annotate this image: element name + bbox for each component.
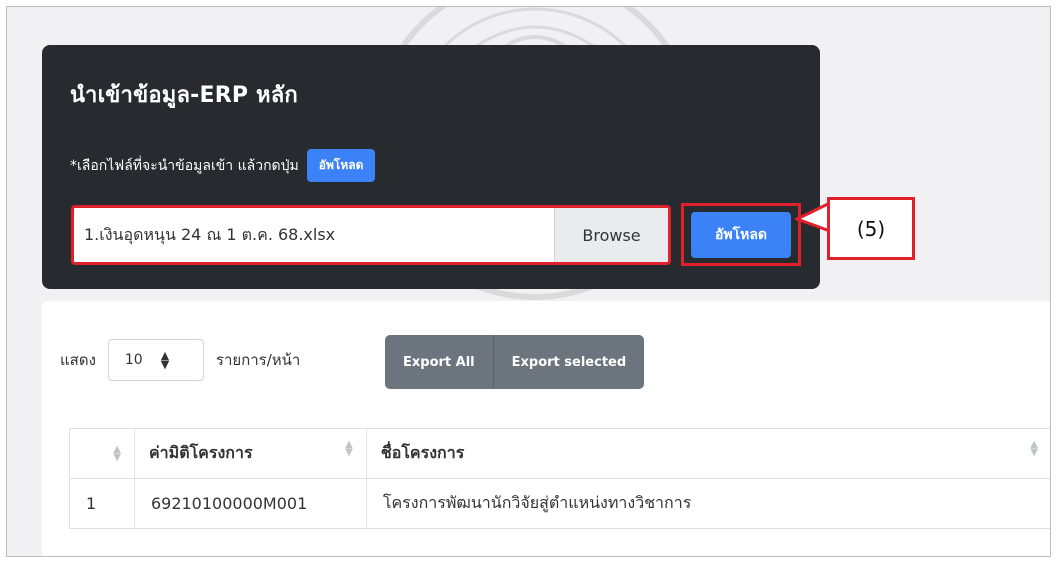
per-page-label: รายการ/หน้า xyxy=(215,351,301,369)
column-header-code[interactable]: ค่ามิติโครงการ ▲ ▼ xyxy=(133,428,367,479)
show-label: แสดง xyxy=(60,351,96,369)
projects-table: ▲ ▼ ค่ามิติโครงการ ▲ ▼ ชื่อโครงการ ▲ ▼ 1 69… xyxy=(69,428,1050,529)
table-header-row: ▲ ▼ ค่ามิติโครงการ ▲ ▼ ชื่อโครงการ ▲ ▼ xyxy=(69,428,1050,479)
file-input-group[interactable]: 1.เงินอุดหนุน 24 ณ 1 ต.ค. 68.xlsx Browse xyxy=(71,205,671,265)
callout-pointer xyxy=(795,200,831,233)
row-project-name: โครงการพัฒนานักวิจัยสู่ตำแหน่งทางวิชาการ xyxy=(365,478,1050,529)
screen-frame: นำเข้าข้อมูล-ERP หลัก *เลือกไฟล์ที่จะนำข… xyxy=(6,6,1051,557)
sort-icon: ▲ ▼ xyxy=(345,439,353,458)
table-row[interactable]: 1 69210100000M001 โครงการพัฒนานักวิจัยสู… xyxy=(69,478,1050,529)
upload-hint: *เลือกไฟล์ที่จะนำข้อมูลเข้า แล้วกดปุ่ม อ… xyxy=(70,149,376,182)
row-number: 1 xyxy=(69,478,135,529)
sort-updown-icon: ▲ ▼ xyxy=(160,349,170,371)
export-button-group: Export All Export selected xyxy=(385,335,645,389)
export-all-button[interactable]: Export All xyxy=(385,335,493,389)
browse-button[interactable]: Browse xyxy=(554,208,668,262)
page-size-select[interactable]: 10 ▲ ▼ xyxy=(107,339,204,381)
hint-upload-badge: อัพโหลด xyxy=(306,149,376,182)
callout-step-label: (5) xyxy=(827,197,915,260)
sort-icon: ▲ ▼ xyxy=(113,443,121,463)
export-selected-button[interactable]: Export selected xyxy=(492,335,645,389)
column-header-index[interactable]: ▲ ▼ xyxy=(69,428,135,479)
row-project-code: 69210100000M001 xyxy=(133,478,367,529)
upload-card-title: นำเข้าข้อมูล-ERP หลัก xyxy=(70,83,298,108)
page-size-value: 10 xyxy=(124,352,143,368)
page-length-control: แสดง 10 ▲ ▼ รายการ/หน้า xyxy=(60,339,300,381)
upload-button-highlight: อัพโหลด xyxy=(681,203,801,266)
upload-card: นำเข้าข้อมูล-ERP หลัก *เลือกไฟล์ที่จะนำข… xyxy=(42,45,820,289)
table-panel: แสดง 10 ▲ ▼ รายการ/หน้า Export All Export… xyxy=(42,301,1050,556)
column-header-name[interactable]: ชื่อโครงการ ▲ ▼ xyxy=(365,428,1050,479)
file-name-field[interactable]: 1.เงินอุดหนุน 24 ณ 1 ต.ค. 68.xlsx xyxy=(74,208,554,262)
upload-hint-text: *เลือกไฟล์ที่จะนำข้อมูลเข้า แล้วกดปุ่ม xyxy=(70,157,299,174)
upload-button[interactable]: อัพโหลด xyxy=(691,211,791,258)
sort-icon: ▲ ▼ xyxy=(1030,439,1038,458)
